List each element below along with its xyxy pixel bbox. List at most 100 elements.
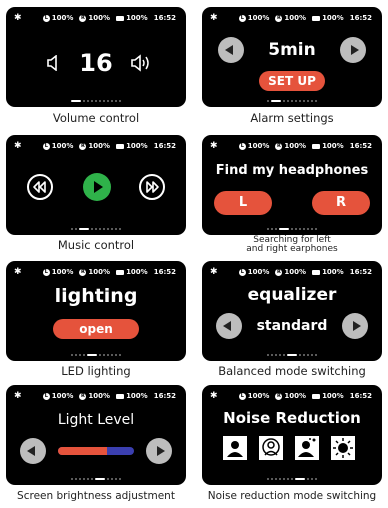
page-indicator (202, 478, 382, 480)
bluetooth-icon: ✱ (210, 391, 218, 401)
find-caption-line2: and right earphones (246, 244, 338, 254)
left-earbud-icon: L (238, 142, 246, 150)
alarm-card: ✱ L 100% R 100% 100% 16:52 5min SET UP (202, 7, 382, 107)
left-earbud-icon: L (238, 14, 246, 22)
status-bar: ✱ L 100% R 100% 100% 16:52 (210, 267, 372, 277)
clock: 16:52 (153, 142, 176, 150)
status-bar: ✱ L 100% R 100% 100% 16:52 (210, 141, 372, 151)
clock: 16:52 (153, 268, 176, 276)
light-level-card: ✱ L 100% R 100% 100% 16:52 Light Level (6, 385, 186, 485)
next-track-icon[interactable] (138, 173, 166, 201)
volume-value: 16 (79, 49, 113, 77)
find-left-button[interactable]: L (214, 191, 272, 215)
page-indicator (6, 100, 186, 102)
left-earbud-icon: L (238, 392, 246, 400)
right-earbud-icon: R (79, 268, 87, 276)
left-earbud-icon: L (42, 14, 50, 22)
find-caption: Searching for left and right earphones (197, 236, 387, 254)
page-indicator (6, 354, 186, 356)
case-battery-icon (312, 15, 321, 21)
right-earbud-icon: R (79, 14, 87, 22)
eq-next-button[interactable] (342, 313, 368, 339)
equalizer-title: equalizer (247, 285, 337, 305)
status-bar: ✱ L 100% R 100% 100% 16:52 (14, 267, 176, 277)
noise-caption: Noise reduction mode switching (207, 490, 377, 502)
noise-mode-anc-icon[interactable] (294, 435, 320, 461)
case-battery-icon (116, 143, 125, 149)
right-earbud-icon: R (275, 392, 283, 400)
right-earbud-icon: R (275, 268, 283, 276)
page-indicator (202, 354, 382, 356)
find-right-button[interactable]: R (312, 191, 370, 215)
find-headphones-card: ✱ L 100% R 100% 100% 16:52 Find my headpho… (202, 135, 382, 235)
volume-up-icon[interactable] (130, 53, 152, 73)
clock: 16:52 (349, 268, 372, 276)
bluetooth-icon: ✱ (210, 13, 218, 23)
page-indicator (202, 100, 382, 102)
eq-mode: standard (256, 318, 328, 334)
alarm-increase-button[interactable] (340, 37, 366, 63)
alarm-decrease-button[interactable] (218, 37, 244, 63)
noise-card: ✱ L 100% R 100% 100% 16:52 Noise Reduction (202, 385, 382, 485)
light-caption: Screen brightness adjustment (17, 490, 175, 502)
status-bar: ✱ L 100% R 100% 100% 16:52 (14, 141, 176, 151)
noise-mode-transparency-icon[interactable] (258, 435, 284, 461)
clock: 16:52 (153, 14, 176, 22)
light-decrease-button[interactable] (20, 438, 46, 464)
light-increase-button[interactable] (146, 438, 172, 464)
noise-title: Noise Reduction (223, 409, 361, 427)
eq-previous-button[interactable] (216, 313, 242, 339)
left-earbud-icon: L (42, 392, 50, 400)
case-battery-icon (116, 15, 125, 21)
music-caption: Music control (57, 238, 135, 252)
led-caption: LED lighting (61, 364, 131, 378)
left-earbud-icon: L (42, 142, 50, 150)
page-indicator (202, 228, 382, 230)
set-up-button[interactable]: SET UP (259, 71, 325, 91)
bluetooth-icon: ✱ (14, 141, 22, 151)
right-earbud-icon: R (79, 392, 87, 400)
right-earbud-icon: R (275, 142, 283, 150)
left-earbud-icon: L (238, 268, 246, 276)
previous-track-icon[interactable] (26, 173, 54, 201)
clock: 16:52 (349, 142, 372, 150)
volume-down-icon[interactable] (46, 55, 60, 71)
case-battery-icon (312, 393, 321, 399)
music-card: ✱ L 100% R 100% 100% 16:52 (6, 135, 186, 235)
volume-card: ✱ L 100% R 100% 100% 16:52 16 (6, 7, 186, 107)
volume-caption: Volume control (52, 111, 140, 125)
page-indicator (6, 228, 186, 230)
clock: 16:52 (349, 392, 372, 400)
alarm-caption: Alarm settings (250, 111, 334, 125)
light-level-fill (58, 447, 108, 455)
light-level-slider[interactable] (58, 447, 134, 455)
alarm-value: 5min (268, 40, 316, 60)
equalizer-card: ✱ L 100% R 100% 100% 16:52 equalizer stand… (202, 261, 382, 361)
light-level-title: Light Level (57, 412, 135, 428)
bluetooth-icon: ✱ (14, 13, 22, 23)
clock: 16:52 (349, 14, 372, 22)
bluetooth-icon: ✱ (210, 267, 218, 277)
case-battery-icon (116, 269, 125, 275)
status-bar: ✱ L 100% R 100% 100% 16:52 (14, 13, 176, 23)
right-earbud-icon: R (275, 14, 283, 22)
bluetooth-icon: ✱ (14, 391, 22, 401)
noise-mode-adaptive-icon[interactable] (330, 435, 356, 461)
led-card: ✱ L 100% R 100% 100% 16:52 lighting open (6, 261, 186, 361)
left-earbud-icon: L (42, 268, 50, 276)
noise-mode-off-icon[interactable] (222, 435, 248, 461)
status-bar: ✱ L 100% R 100% 100% 16:52 (210, 13, 372, 23)
case-battery-icon (312, 143, 321, 149)
right-earbud-icon: R (79, 142, 87, 150)
bluetooth-icon: ✱ (210, 141, 218, 151)
case-battery-icon (312, 269, 321, 275)
play-icon[interactable] (82, 172, 112, 202)
bluetooth-icon: ✱ (14, 267, 22, 277)
page-indicator (6, 478, 186, 480)
case-battery-icon (116, 393, 125, 399)
find-title: Find my headphones (215, 163, 369, 178)
status-bar: ✱ L 100% R 100% 100% 16:52 (210, 391, 372, 401)
equalizer-caption: Balanced mode switching (218, 364, 366, 378)
led-open-button[interactable]: open (53, 319, 139, 339)
led-title: lighting (54, 285, 138, 307)
